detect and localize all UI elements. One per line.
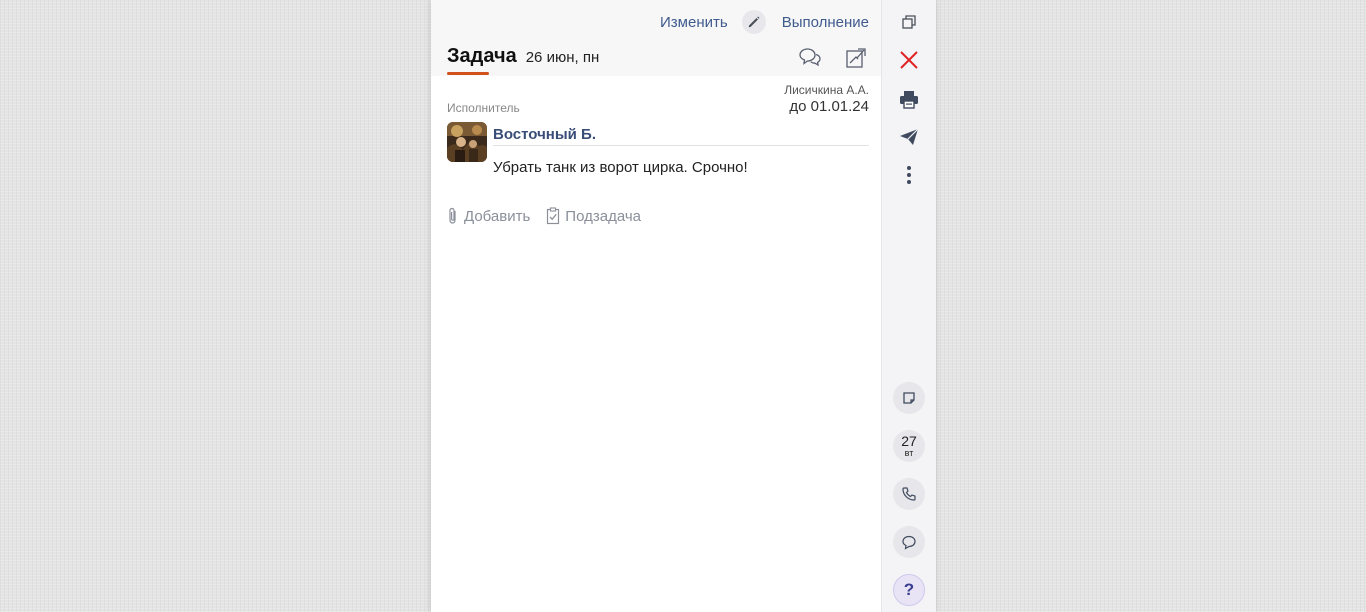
performer-name[interactable]: Восточный Б. — [493, 126, 596, 143]
right-toolbar: 27 вт ? — [881, 0, 936, 612]
copy-button[interactable] — [893, 6, 925, 38]
print-icon — [900, 91, 918, 109]
page-title: Задача — [447, 45, 517, 67]
avatar-photo — [447, 122, 487, 162]
edit-link[interactable]: Изменить — [660, 14, 728, 31]
print-button[interactable] — [893, 83, 925, 115]
title-underline — [447, 72, 489, 75]
pencil-icon — [748, 16, 760, 28]
notes-button[interactable] — [893, 382, 925, 414]
chat-icon — [799, 48, 821, 67]
discussion-button[interactable] — [797, 46, 823, 70]
more-icon — [907, 166, 911, 184]
add-attachment-button[interactable]: Добавить — [447, 207, 530, 225]
task-date: 26 июн, пн — [525, 49, 600, 66]
task-panel: Изменить Выполнение Задача 26 июн, пн Ли… — [431, 0, 936, 612]
task-main: Изменить Выполнение Задача 26 июн, пн Ли… — [431, 0, 881, 612]
avatar[interactable] — [447, 122, 487, 162]
call-button[interactable] — [893, 478, 925, 510]
calendar-weekday: вт — [904, 448, 914, 458]
task-text: Убрать танк из ворот цирка. Срочно! — [493, 159, 748, 176]
subtask-label: Подзадача — [565, 207, 641, 225]
execution-link[interactable]: Выполнение — [782, 14, 869, 31]
title-row: Задача 26 июн, пн — [447, 45, 599, 68]
calendar-date: 27 вт — [901, 434, 917, 458]
delete-button[interactable] — [893, 44, 925, 76]
calendar-day: 27 — [901, 433, 917, 449]
add-label: Добавить — [464, 207, 531, 225]
close-icon — [900, 51, 918, 69]
document-button[interactable] — [843, 46, 869, 70]
top-actions: Изменить Выполнение — [660, 10, 869, 34]
paperclip-icon — [449, 207, 456, 224]
task-author: Лисичкина А.А. — [784, 83, 869, 97]
task-deadline[interactable]: до 01.01.24 — [789, 98, 869, 115]
document-icon — [846, 48, 866, 68]
divider — [493, 145, 869, 146]
role-label: Исполнитель — [447, 101, 520, 115]
attach-row: Добавить Подзадача — [447, 207, 641, 225]
send-icon — [900, 128, 919, 145]
edit-button[interactable] — [741, 10, 766, 34]
more-button[interactable] — [893, 159, 925, 191]
subtask-button[interactable]: Подзадача — [546, 207, 641, 225]
messages-button[interactable] — [893, 526, 925, 558]
phone-icon — [902, 487, 916, 501]
send-button[interactable] — [893, 121, 925, 153]
calendar-button[interactable]: 27 вт — [893, 430, 925, 462]
copy-icon — [902, 15, 916, 29]
help-button[interactable]: ? — [893, 574, 925, 606]
comment-icon — [902, 535, 916, 550]
checklist-icon — [547, 207, 560, 225]
note-icon — [903, 392, 915, 404]
